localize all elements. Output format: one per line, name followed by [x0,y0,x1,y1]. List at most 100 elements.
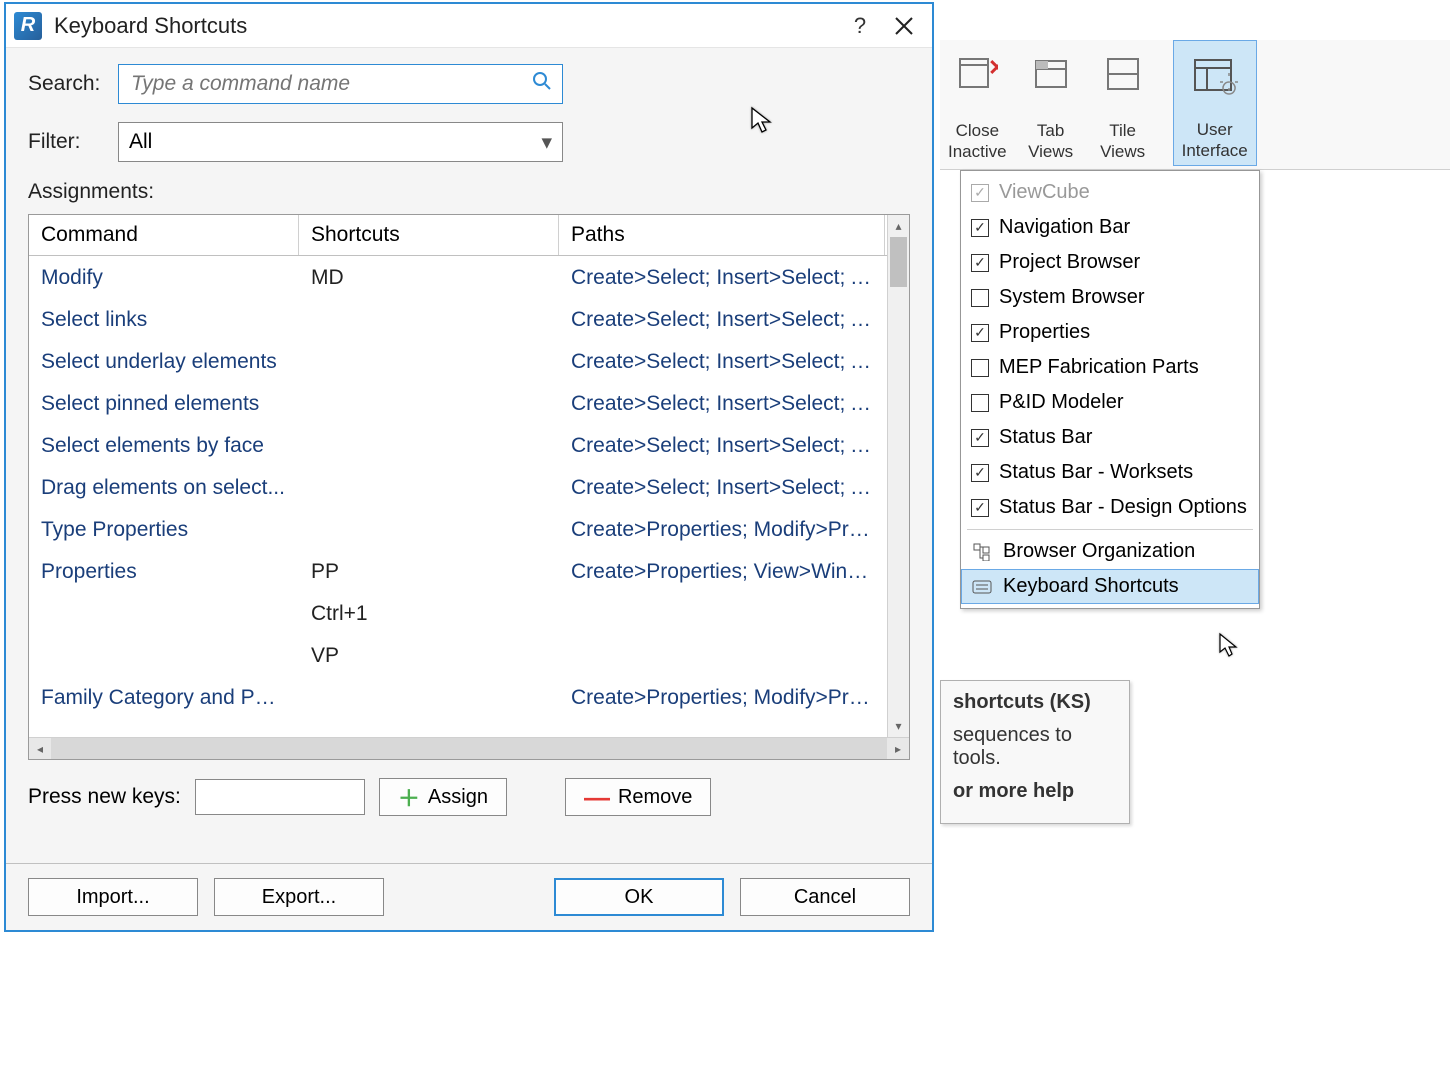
remove-button[interactable]: — Remove [565,778,711,816]
menu-item-mep-fabrication-parts[interactable]: MEP Fabrication Parts [961,350,1259,385]
remove-label: Remove [618,786,692,809]
scroll-left-icon[interactable]: ◂ [29,742,51,756]
press-keys-label: Press new keys: [28,785,181,809]
column-paths[interactable]: Paths [559,215,885,255]
search-input[interactable] [129,71,532,97]
tab-views-button[interactable]: Tab Views [1015,40,1087,166]
menu-item-system-browser[interactable]: System Browser [961,280,1259,315]
checkbox-icon: ✓ [971,219,989,237]
menu-separator [967,529,1253,530]
column-shortcuts[interactable]: Shortcuts [299,215,559,255]
assign-button[interactable]: ＋ Assign [379,778,507,816]
filter-select[interactable]: All ▾ [118,122,563,162]
table-header: Command Shortcuts Paths [29,215,909,256]
close-inactive-button[interactable]: ✕ Close Inactive [940,40,1015,166]
cell-command [29,592,299,634]
menu-item-label: Status Bar - Worksets [999,461,1193,484]
menu-item-browser-organization[interactable]: Browser Organization [961,534,1259,569]
close-inactive-icon: ✕ [953,50,1001,98]
table-body: ModifyMDCreate>Select; Insert>Select; An… [29,256,909,759]
table-row[interactable]: PropertiesPPCreate>Properties; View>Wind… [29,550,909,592]
scroll-down-icon[interactable]: ▾ [888,715,909,737]
menu-item-label: Status Bar - Design Options [999,496,1247,519]
cell-command: Select links [29,298,299,340]
table-row[interactable]: VP [29,634,909,676]
export-button[interactable]: Export... [214,878,384,916]
vertical-scrollbar[interactable]: ▴ ▾ [887,215,909,737]
table-row[interactable]: Select linksCreate>Select; Insert>Select… [29,298,909,340]
cell-path [559,592,885,634]
table-row[interactable]: Family Category and Par...Create>Propert… [29,676,909,718]
ribbon-section: ✕ Close Inactive Tab Views Tile Views Us… [940,40,1450,170]
table-row[interactable]: Select underlay elementsCreate>Select; I… [29,340,909,382]
menu-item-label: P&ID Modeler [999,391,1124,414]
table-row[interactable]: Select pinned elementsCreate>Select; Ins… [29,382,909,424]
app-logo-icon: R [14,12,42,40]
table-row[interactable]: Ctrl+1 [29,592,909,634]
search-label: Search: [28,72,118,96]
cell-shortcut [299,382,559,424]
menu-item-label: ViewCube [999,181,1090,204]
menu-item-p-id-modeler[interactable]: P&ID Modeler [961,385,1259,420]
search-box[interactable] [118,64,563,104]
table-row[interactable]: Select elements by face Create>Select; In… [29,424,909,466]
cell-shortcut [299,424,559,466]
cell-path: Create>Select; Insert>Select; Ann... [559,256,885,298]
table-row[interactable]: ModifyMDCreate>Select; Insert>Select; An… [29,256,909,298]
tab-views-label: Tab Views [1028,121,1073,162]
menu-item-navigation-bar[interactable]: ✓Navigation Bar [961,210,1259,245]
table-row[interactable]: Drag elements on select...Create>Select;… [29,466,909,508]
close-button[interactable] [882,6,926,46]
import-button[interactable]: Import... [28,878,198,916]
cancel-button[interactable]: Cancel [740,878,910,916]
user-interface-menu: ✓ ViewCube ✓Navigation Bar✓Project Browser… [960,170,1260,609]
user-interface-button[interactable]: User Interface [1173,40,1257,166]
tile-views-button[interactable]: Tile Views [1087,40,1159,166]
close-inactive-label: Close Inactive [948,121,1007,162]
cell-path: Create>Select; Insert>Select; Ann... [559,466,885,508]
checkbox-icon [971,359,989,377]
search-icon[interactable] [532,71,552,97]
menu-item-keyboard-shortcuts[interactable]: Keyboard Shortcuts [961,569,1259,604]
menu-item-properties[interactable]: ✓Properties [961,315,1259,350]
keyboard-shortcuts-dialog: R Keyboard Shortcuts ? Search: Filter: A… [4,2,934,932]
checkbox-icon: ✓ [971,184,989,202]
cell-shortcut [299,676,559,718]
checkbox-icon: ✓ [971,324,989,342]
menu-item-project-browser[interactable]: ✓Project Browser [961,245,1259,280]
keyboard-icon [971,580,993,594]
cell-path: Create>Properties; View>Windo... [559,550,885,592]
cell-command: Select elements by face [29,424,299,466]
close-icon [895,17,913,35]
menu-item-viewcube[interactable]: ✓ ViewCube [961,175,1259,210]
scroll-thumb[interactable] [890,237,907,287]
cell-path: Create>Select; Insert>Select; Ann... [559,424,885,466]
cell-shortcut [299,508,559,550]
scroll-right-icon[interactable]: ▸ [887,742,909,756]
cell-command: Modify [29,256,299,298]
horizontal-scrollbar[interactable]: ◂ ▸ [29,737,909,759]
tooltip-title: shortcuts (KS) [953,691,1091,713]
menu-item-status-bar-design-options[interactable]: ✓Status Bar - Design Options [961,490,1259,525]
hscroll-track[interactable] [51,738,887,759]
help-button[interactable]: ? [838,6,882,46]
menu-item-label: Status Bar [999,426,1092,449]
table-row[interactable]: Type PropertiesCreate>Properties; Modify… [29,508,909,550]
menu-item-label: Keyboard Shortcuts [1003,575,1179,598]
cursor-icon [1218,632,1240,663]
svg-text:✕: ✕ [988,55,998,80]
cell-path [559,634,885,676]
menu-item-status-bar[interactable]: ✓ Status Bar [961,420,1259,455]
menu-item-label: System Browser [999,286,1145,309]
cell-shortcut [299,466,559,508]
column-command[interactable]: Command [29,215,299,255]
user-interface-icon [1191,51,1239,99]
checkbox-icon: ✓ [971,429,989,447]
press-keys-input[interactable] [195,779,365,815]
scroll-up-icon[interactable]: ▴ [888,215,909,237]
ok-button[interactable]: OK [554,878,724,916]
dialog-titlebar: R Keyboard Shortcuts ? [6,4,932,48]
assignments-label: Assignments: [28,180,910,204]
cell-command: Type Properties [29,508,299,550]
menu-item-status-bar-worksets[interactable]: ✓Status Bar - Worksets [961,455,1259,490]
